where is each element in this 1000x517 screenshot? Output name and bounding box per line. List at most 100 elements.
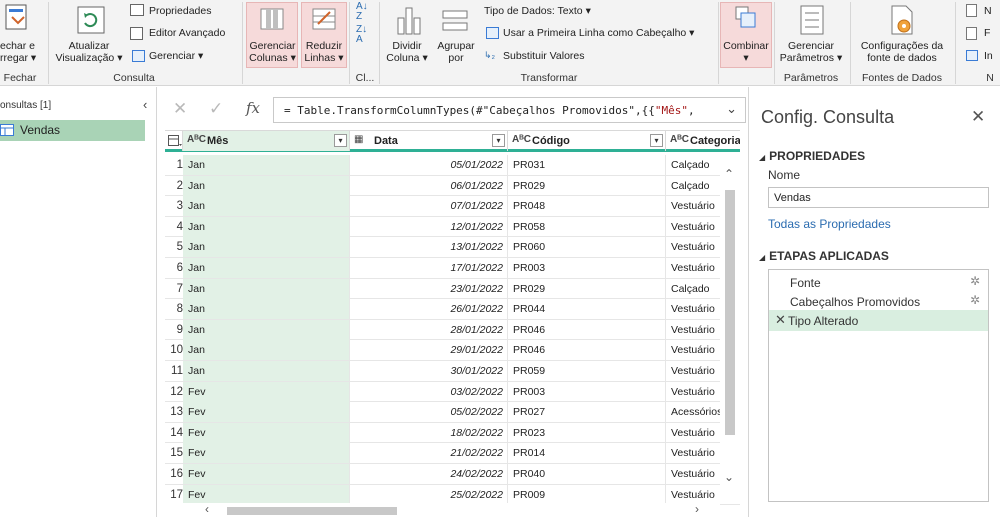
column-header-categoria[interactable]: AᴮC Categoria	[666, 131, 740, 151]
refresh-preview-button[interactable]: Atualizar Visualização ▾	[54, 40, 124, 64]
filter-dropdown-icon[interactable]: ▾	[492, 134, 505, 147]
advanced-editor-button[interactable]: Editor Avançado	[149, 27, 225, 39]
cell-mes[interactable]: Fev	[183, 422, 350, 443]
table-row[interactable]: 4 Jan 12/01/2022 PR058 Vestuário	[165, 216, 740, 238]
cell-data[interactable]: 06/01/2022	[350, 175, 508, 196]
cell-mes[interactable]: Jan	[183, 340, 350, 361]
cell-data[interactable]: 05/02/2022	[350, 402, 508, 423]
split-column-button[interactable]: Dividir Coluna ▾	[382, 40, 432, 64]
row-number[interactable]: 14	[165, 427, 183, 439]
cell-codigo[interactable]: PR014	[508, 443, 666, 464]
cell-mes[interactable]: Jan	[183, 175, 350, 196]
cell-mes[interactable]: Jan	[183, 278, 350, 299]
cell-mes[interactable]: Jan	[183, 299, 350, 320]
table-row[interactable]: 1 Jan 05/01/2022 PR031 Calçado	[165, 155, 740, 176]
cancel-formula-icon[interactable]: ✕	[173, 99, 187, 119]
step-tipo-alterado[interactable]: ✕ Tipo Alterado	[769, 310, 988, 331]
row-number[interactable]: 11	[165, 365, 183, 377]
cell-data[interactable]: 07/01/2022	[350, 196, 508, 217]
row-number[interactable]: 2	[165, 180, 183, 192]
table-row[interactable]: 10 Jan 29/01/2022 PR046 Vestuário	[165, 340, 740, 361]
table-row[interactable]: 12 Fev 03/02/2022 PR003 Vestuário	[165, 381, 740, 403]
table-row[interactable]: 8 Jan 26/01/2022 PR044 Vestuário	[165, 299, 740, 320]
text-type-icon[interactable]: AᴮC	[670, 134, 689, 145]
cell-codigo[interactable]: PR044	[508, 299, 666, 320]
cell-mes[interactable]: Jan	[183, 237, 350, 258]
name-input[interactable]	[768, 187, 989, 208]
data-source-settings-button[interactable]: Configurações da fonte de dados	[852, 40, 952, 64]
row-number[interactable]: 16	[165, 468, 183, 480]
scroll-up-icon[interactable]: ⌃	[724, 167, 734, 181]
all-properties-link[interactable]: Todas as Propriedades	[768, 217, 891, 231]
delete-step-icon[interactable]: ✕	[775, 312, 786, 328]
cell-mes[interactable]: Fev	[183, 402, 350, 423]
cell-codigo[interactable]: PR003	[508, 381, 666, 402]
data-type-dropdown[interactable]: Tipo de Dados: Texto ▾	[484, 5, 591, 17]
row-number[interactable]: 1	[165, 159, 183, 171]
applied-steps-section[interactable]: ◢ ETAPAS APLICADAS	[759, 249, 889, 263]
row-number[interactable]: 4	[165, 221, 183, 233]
sort-descending-icon[interactable]: Z↓ A	[356, 25, 367, 45]
scroll-left-icon[interactable]: ‹	[205, 502, 209, 516]
manage-columns-button[interactable]: Gerenciar Colunas ▾	[245, 40, 300, 64]
cell-data[interactable]: 28/01/2022	[350, 319, 508, 340]
formula-input[interactable]: = Table.TransformColumnTypes(#"Cabeçalho…	[273, 97, 746, 123]
cell-codigo[interactable]: PR040	[508, 463, 666, 484]
table-row[interactable]: 9 Jan 28/01/2022 PR046 Vestuário	[165, 319, 740, 341]
table-row[interactable]: 13 Fev 05/02/2022 PR027 Acessórios	[165, 402, 740, 423]
date-type-icon[interactable]: ▦	[354, 134, 363, 145]
recent-sources-button[interactable]: F	[984, 27, 990, 39]
cell-mes[interactable]: Fev	[183, 443, 350, 464]
filter-dropdown-icon[interactable]: ▾	[334, 134, 347, 147]
row-number[interactable]: 7	[165, 283, 183, 295]
scroll-down-icon[interactable]: ⌄	[724, 470, 734, 484]
cell-codigo[interactable]: PR060	[508, 237, 666, 258]
row-number[interactable]: 17	[165, 489, 183, 501]
step-fonte[interactable]: Fonte ✲	[769, 272, 988, 293]
row-number[interactable]: 12	[165, 386, 183, 398]
row-number[interactable]: 5	[165, 241, 183, 253]
scroll-thumb[interactable]	[725, 190, 735, 435]
cell-mes[interactable]: Jan	[183, 257, 350, 278]
column-header-mes[interactable]: AᴮC Mês ▾	[183, 131, 350, 151]
replace-values-button[interactable]: Substituir Valores	[503, 50, 585, 62]
sort-ascending-icon[interactable]: A↓ Z	[356, 2, 368, 22]
cell-data[interactable]: 05/01/2022	[350, 155, 508, 175]
cell-mes[interactable]: Fev	[183, 381, 350, 402]
cell-data[interactable]: 24/02/2022	[350, 463, 508, 484]
group-by-button[interactable]: Agrupar por	[436, 40, 476, 64]
cell-codigo[interactable]: PR058	[508, 216, 666, 237]
properties-button[interactable]: Propriedades	[149, 5, 211, 17]
cell-codigo[interactable]: PR029	[508, 278, 666, 299]
cell-mes[interactable]: Jan	[183, 319, 350, 340]
table-row[interactable]: 15 Fev 21/02/2022 PR014 Vestuário	[165, 443, 740, 464]
cell-data[interactable]: 29/01/2022	[350, 340, 508, 361]
query-item-vendas[interactable]: Vendas	[0, 120, 145, 141]
cell-mes[interactable]: Jan	[183, 155, 350, 175]
row-number[interactable]: 8	[165, 303, 183, 315]
step-cabecalhos-promovidos[interactable]: Cabeçalhos Promovidos ✲	[769, 291, 988, 312]
expand-formula-icon[interactable]: ⌄	[726, 101, 737, 117]
row-number[interactable]: 9	[165, 324, 183, 336]
table-row[interactable]: 2 Jan 06/01/2022 PR029 Calçado	[165, 175, 740, 197]
filter-dropdown-icon[interactable]: ▾	[650, 134, 663, 147]
cell-codigo[interactable]: PR059	[508, 360, 666, 381]
cell-data[interactable]: 25/02/2022	[350, 484, 508, 505]
reduce-rows-button[interactable]: Reduzir Linhas ▾	[300, 40, 348, 64]
table-row[interactable]: 3 Jan 07/01/2022 PR048 Vestuário	[165, 196, 740, 217]
new-source-button[interactable]: N	[984, 5, 992, 17]
row-number[interactable]: 13	[165, 406, 183, 418]
table-row[interactable]: 14 Fev 18/02/2022 PR023 Vestuário	[165, 422, 740, 444]
cell-data[interactable]: 18/02/2022	[350, 422, 508, 443]
table-menu-icon[interactable]	[165, 131, 183, 151]
cell-mes[interactable]: Jan	[183, 216, 350, 237]
gear-icon[interactable]: ✲	[970, 274, 980, 288]
row-number[interactable]: 10	[165, 344, 183, 356]
table-row[interactable]: 7 Jan 23/01/2022 PR029 Calçado	[165, 278, 740, 300]
text-type-icon[interactable]: AᴮC	[512, 134, 531, 145]
table-row[interactable]: 17 Fev 25/02/2022 PR009 Vestuário	[165, 484, 740, 506]
properties-section[interactable]: ◢ PROPRIEDADES	[759, 149, 865, 163]
confirm-formula-icon[interactable]: ✓	[209, 99, 223, 119]
close-icon[interactable]: ✕	[971, 107, 985, 127]
use-first-row-header-button[interactable]: Usar a Primeira Linha como Cabeçalho ▾	[503, 27, 694, 39]
